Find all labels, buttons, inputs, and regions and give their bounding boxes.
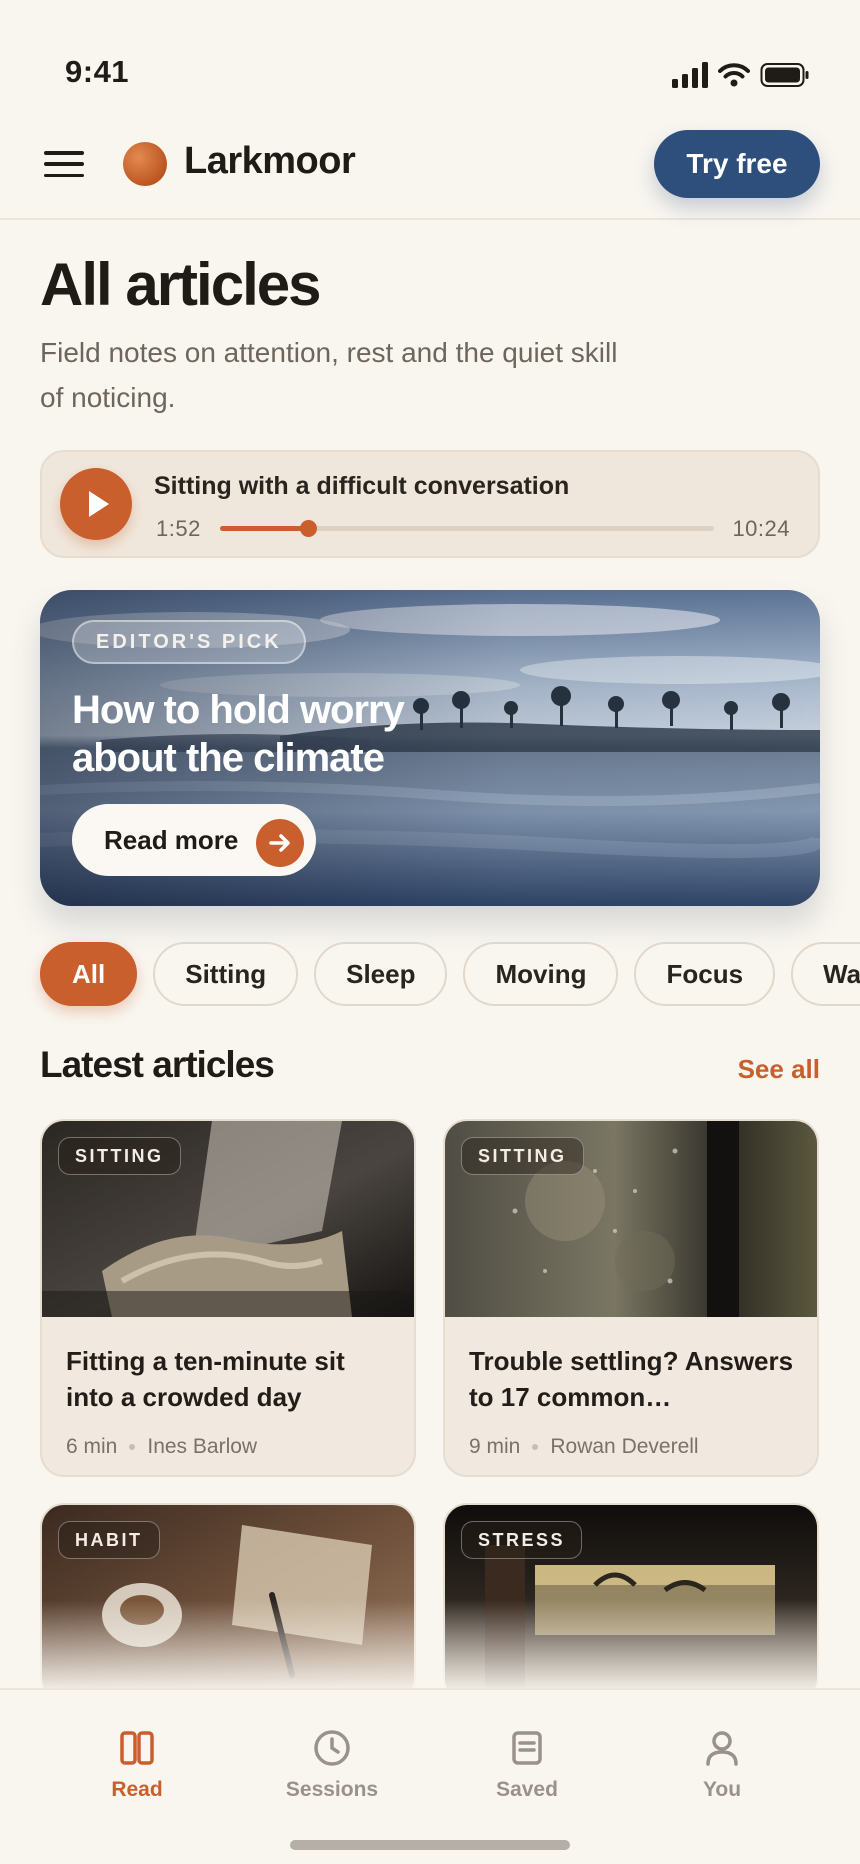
editors-pick-badge: EDITOR'S PICK [72,620,306,664]
audio-player[interactable]: Sitting with a difficult conversation 1:… [40,450,820,558]
current-time: 1:52 [156,516,201,541]
category-badge: SITTING [461,1137,584,1175]
see-all-link[interactable]: See all [738,1054,820,1085]
category-filters: All Sitting Sleep Moving Focus Wa [40,942,860,1006]
hero-title: How to hold worry about the climate [72,688,405,780]
scroll-fade [0,1600,860,1690]
play-button[interactable] [60,468,132,540]
status-bar: 9:41 [0,0,860,110]
read-more-button[interactable]: Read more [72,804,316,876]
category-badge: HABIT [58,1521,160,1559]
tab-you[interactable]: You [647,1728,797,1802]
article-title: Fitting a ten-minute sit into a crowded … [66,1346,345,1412]
play-icon [89,491,109,517]
filter-chip-moving[interactable]: Moving [463,942,619,1006]
player-title: Sitting with a difficult conversation [154,472,570,500]
status-icons [672,62,810,88]
progress-handle[interactable] [300,520,318,537]
brand-name: Larkmoor [184,140,356,182]
tab-label: Sessions [285,1778,379,1801]
home-indicator [290,1840,570,1850]
tab-saved[interactable]: Saved [452,1728,602,1802]
page-subtitle: Field notes on attention, rest and the q… [40,337,618,413]
page-title: All articles [40,251,321,318]
battery-icon [760,63,809,87]
wifi-icon [718,63,750,87]
filter-chip-focus[interactable]: Focus [634,942,776,1006]
tab-label: You [702,1778,742,1801]
tab-label: Read [111,1778,163,1801]
person-icon [706,1731,738,1766]
article-author: Ines Barlow [147,1435,258,1458]
menu-icon[interactable] [40,146,88,182]
book-icon [120,1731,154,1765]
filter-chip-partial[interactable]: Wa [791,942,860,1006]
category-badge: STRESS [461,1521,583,1559]
article-author: Rowan Deverell [550,1435,699,1458]
meta-separator [532,1444,539,1450]
app-header: Larkmoor Try free [0,110,860,220]
article-title: Trouble settling? Answers to 17 common… [469,1346,794,1412]
filter-chip-sitting[interactable]: Sitting [153,942,299,1006]
meta-separator [129,1444,136,1450]
article-duration: 9 min [469,1435,521,1458]
read-more-label: Read more [104,824,239,855]
progress-fill [220,526,309,531]
try-free-button[interactable]: Try free [654,130,820,198]
clock-icon [314,1730,350,1766]
arrow-right-icon [256,819,304,867]
article-duration: 6 min [66,1435,118,1458]
article-card[interactable]: SITTING Trouble settling? Answers to 17 … [443,1119,819,1477]
article-meta: 9 min Rowan Deverell [469,1435,699,1459]
tab-label: Saved [496,1778,558,1801]
category-badge: SITTING [58,1137,181,1175]
cellular-signal-icon [672,62,708,88]
brand-logo [123,142,167,186]
editors-pick-card[interactable]: EDITOR'S PICK How to hold worry about th… [40,590,820,906]
total-time: 10:24 [732,516,790,541]
article-card[interactable]: SITTING Fitting a ten-minute sit into a … [40,1119,416,1477]
filter-chip-all[interactable]: All [40,942,138,1006]
status-time: 9:41 [65,54,130,89]
bottom-tab-bar: Read Sessions Saved You [0,1688,860,1864]
progress-track[interactable] [220,520,714,537]
article-meta: 6 min Ines Barlow [66,1435,257,1459]
document-icon [512,1731,542,1765]
filter-chip-sleep[interactable]: Sleep [314,942,448,1006]
tab-sessions[interactable]: Sessions [257,1728,407,1802]
tab-read[interactable]: Read [62,1728,212,1802]
section-title: Latest articles [40,1044,275,1085]
